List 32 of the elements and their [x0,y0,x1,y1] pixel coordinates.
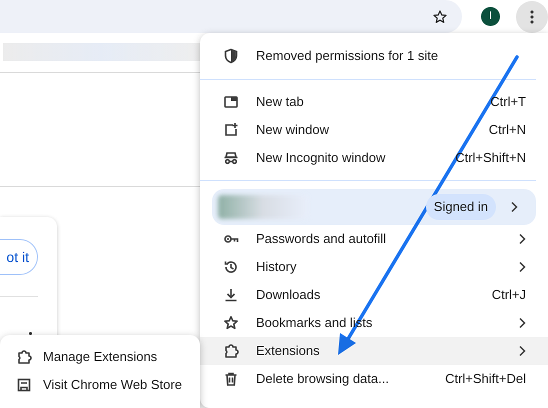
bookmark-star-icon[interactable] [432,8,448,24]
incognito-icon [223,150,239,166]
menu-button[interactable] [516,0,548,32]
puzzle-icon [223,343,239,359]
got-it-button[interactable]: ot it [0,239,38,275]
menu-item[interactable]: Delete browsing data... Ctrl+Shift+Del [200,365,548,393]
shortcut-label: Ctrl+Shift+Del [445,370,526,388]
submenu-item[interactable]: Visit Chrome Web Store [0,371,200,399]
store-icon [16,377,32,393]
menu-item[interactable]: Extensions [200,337,548,365]
history-icon [223,259,239,275]
shortcut-label: Ctrl+J [492,286,526,304]
shortcut-label: Ctrl+N [488,121,526,140]
download-icon [223,287,239,303]
profile-row[interactable]: Signed in [212,189,536,225]
menu-item[interactable]: New window Ctrl+N [200,116,548,144]
puzzle-icon [16,349,32,365]
menu-item[interactable]: History [200,253,548,281]
shield-icon [223,48,239,64]
menu-item[interactable]: Downloads Ctrl+J [200,281,548,309]
menu-item[interactable]: Removed permissions for 1 site [200,41,548,71]
trash-icon [223,371,239,387]
shortcut-label: Ctrl+T [490,93,526,112]
tab-icon [223,94,239,110]
signed-in-badge: Signed in [426,194,496,220]
star-icon [223,315,239,331]
new-window-icon [223,122,239,138]
menu-item[interactable]: New tab Ctrl+T [200,88,548,116]
submenu-item[interactable]: Manage Extensions [0,343,200,371]
profile-avatar[interactable]: I [481,7,500,26]
kebab-icon [530,10,534,24]
menu-item[interactable]: Passwords and autofill [200,225,548,253]
